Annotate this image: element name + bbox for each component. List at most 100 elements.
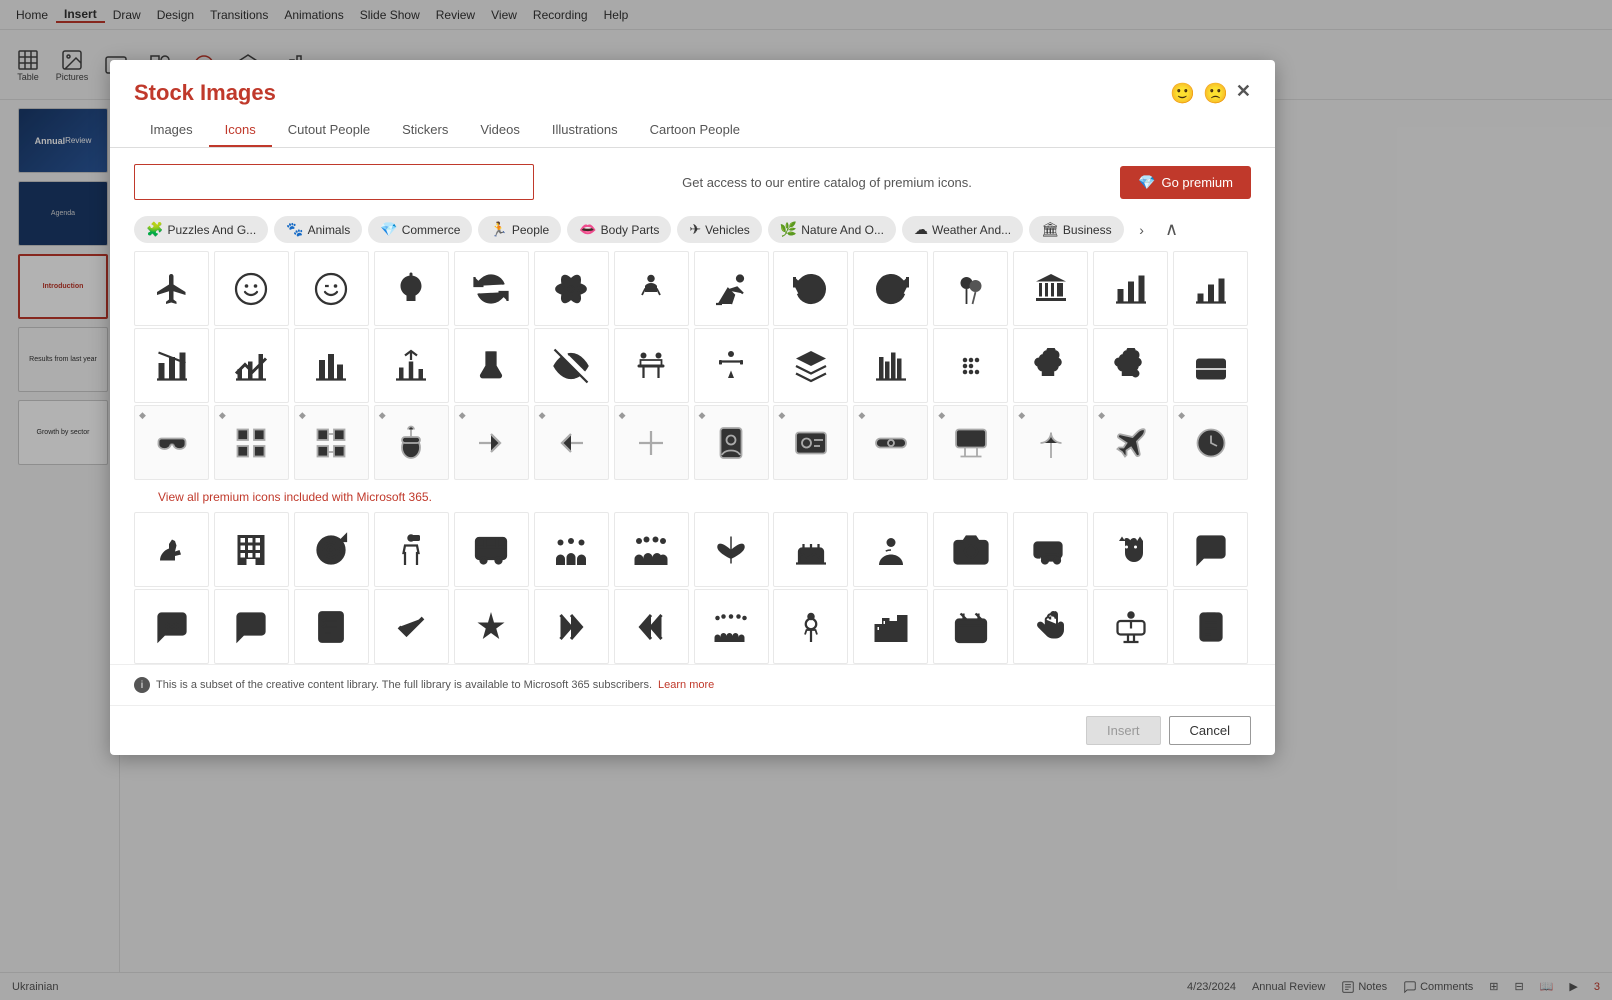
business-icon: 🏛 [1041, 221, 1059, 238]
icon-large-crowd[interactable] [694, 589, 769, 664]
icon-dots-grid[interactable] [933, 328, 1008, 403]
icon-recycle[interactable] [454, 251, 529, 326]
tab-icons[interactable]: Icons [209, 114, 272, 147]
icon-clapboard[interactable] [933, 589, 1008, 664]
icon-checkmark[interactable] [374, 589, 449, 664]
learn-more-link[interactable]: Learn more [658, 679, 714, 691]
icon-presenter[interactable] [1093, 589, 1168, 664]
icon-arrow-left-premium[interactable]: ◆ [534, 405, 609, 480]
icon-column-chart[interactable] [294, 328, 369, 403]
icon-eye-crossed[interactable] [534, 328, 609, 403]
icon-bar-chart-1[interactable] [1093, 251, 1168, 326]
icon-apple[interactable] [374, 251, 449, 326]
icon-clock-premium[interactable]: ◆ [1173, 405, 1248, 480]
icon-3d-glasses-premium[interactable]: ◆ [134, 405, 209, 480]
icon-car[interactable] [1013, 512, 1088, 587]
category-people[interactable]: 🏃 People [478, 216, 561, 243]
go-premium-button[interactable]: 💎 Go premium [1120, 166, 1251, 199]
icon-balloons[interactable] [933, 251, 1008, 326]
icon-stack[interactable] [773, 328, 848, 403]
icon-weightlifter[interactable] [694, 328, 769, 403]
icon-baby[interactable] [614, 251, 689, 326]
view-premium-link[interactable]: View all premium icons included with Mic… [158, 490, 432, 504]
icon-smiley-wink[interactable] [294, 251, 369, 326]
icon-brain-gear[interactable] [1093, 328, 1168, 403]
icon-atom[interactable] [534, 251, 609, 326]
icon-headphone-person[interactable] [853, 512, 928, 587]
search-input[interactable] [134, 164, 534, 200]
icon-redo[interactable] [853, 251, 928, 326]
category-animals[interactable]: 🐾 Animals [274, 216, 362, 243]
tab-cartoon-people[interactable]: Cartoon People [634, 114, 756, 147]
scroll-up-arrow[interactable]: ∧ [1160, 218, 1184, 242]
close-icon[interactable]: ✕ [1236, 81, 1251, 106]
icon-people-table[interactable] [614, 328, 689, 403]
tab-videos[interactable]: Videos [464, 114, 536, 147]
icon-bank[interactable] [1013, 251, 1088, 326]
icon-plane-premium[interactable]: ◆ [1093, 405, 1168, 480]
icon-arrow-right-premium[interactable]: ◆ [454, 405, 529, 480]
tab-images[interactable]: Images [134, 114, 209, 147]
icon-chat-dots-1[interactable] [134, 589, 209, 664]
icon-burst[interactable] [454, 589, 529, 664]
icon-building[interactable] [214, 512, 289, 587]
icons-row-1 [134, 251, 1251, 326]
icon-crowd-medium[interactable] [614, 512, 689, 587]
icon-cat[interactable] [1093, 512, 1168, 587]
category-puzzles[interactable]: 🧩 Puzzles And G... [134, 216, 268, 243]
icon-nature-premium[interactable]: ◆ [1013, 405, 1088, 480]
icon-bar-chart-2[interactable] [1173, 251, 1248, 326]
icon-bandaid-premium[interactable]: ◆ [853, 405, 928, 480]
icon-chart-up[interactable] [214, 328, 289, 403]
category-vehicles[interactable]: ✈ Vehicles [677, 216, 761, 243]
icon-birthday-cake[interactable] [773, 512, 848, 587]
icon-briefcase[interactable] [1173, 328, 1248, 403]
icon-acorn-premium[interactable]: ◆ [374, 405, 449, 480]
icon-chart-decrease[interactable] [134, 328, 209, 403]
category-nature[interactable]: 🌿 Nature And O... [768, 216, 896, 243]
icon-chat-dots-2[interactable] [214, 589, 289, 664]
icon-camera[interactable] [933, 512, 1008, 587]
icon-undo[interactable] [773, 251, 848, 326]
icon-contact-premium[interactable]: ◆ [694, 405, 769, 480]
insert-button[interactable]: Insert [1086, 716, 1161, 745]
cancel-button[interactable]: Cancel [1169, 716, 1251, 745]
icon-clapping[interactable] [1013, 589, 1088, 664]
icon-arrows-double-left[interactable] [614, 589, 689, 664]
icon-pushup[interactable] [694, 251, 769, 326]
icon-billboard-premium[interactable]: ◆ [933, 405, 1008, 480]
icon-plus-premium[interactable]: ◆ [614, 405, 689, 480]
smiley-positive-icon[interactable]: 🙂 [1170, 81, 1195, 106]
icon-flask[interactable] [454, 328, 529, 403]
icon-clipboard[interactable] [1173, 589, 1248, 664]
category-body-parts[interactable]: 👄 Body Parts [567, 216, 671, 243]
icon-grid2-premium[interactable]: ◆ [294, 405, 369, 480]
icon-airplane[interactable] [134, 251, 209, 326]
smiley-negative-icon[interactable]: 🙁 [1203, 81, 1228, 106]
category-weather[interactable]: ☁ Weather And... [902, 216, 1023, 243]
icon-dinosaur[interactable] [134, 512, 209, 587]
icon-butterfly[interactable] [694, 512, 769, 587]
icon-checklist[interactable] [294, 589, 369, 664]
icon-person-balloon[interactable] [773, 589, 848, 664]
category-business[interactable]: 🏛 Business [1029, 216, 1123, 243]
tab-illustrations[interactable]: Illustrations [536, 114, 634, 147]
category-commerce[interactable]: 💎 Commerce [368, 216, 472, 243]
icon-grid-premium[interactable]: ◆ [214, 405, 289, 480]
icon-bus[interactable] [454, 512, 529, 587]
icon-arrows-double-right[interactable] [534, 589, 609, 664]
icon-id-card-premium[interactable]: ◆ [773, 405, 848, 480]
icon-person-flag[interactable] [374, 512, 449, 587]
scroll-right-arrow[interactable]: › [1130, 218, 1154, 242]
icon-chart-arrow[interactable] [374, 328, 449, 403]
icon-target[interactable] [294, 512, 369, 587]
icon-library-chart[interactable] [853, 328, 928, 403]
icon-smiley-happy[interactable] [214, 251, 289, 326]
premium-badge: ◆ [539, 410, 546, 421]
tab-cutout-people[interactable]: Cutout People [272, 114, 386, 147]
tab-stickers[interactable]: Stickers [386, 114, 464, 147]
icon-city[interactable] [853, 589, 928, 664]
icon-brain[interactable] [1013, 328, 1088, 403]
icon-crowd-small[interactable] [534, 512, 609, 587]
icon-chat-bubbles[interactable] [1173, 512, 1248, 587]
